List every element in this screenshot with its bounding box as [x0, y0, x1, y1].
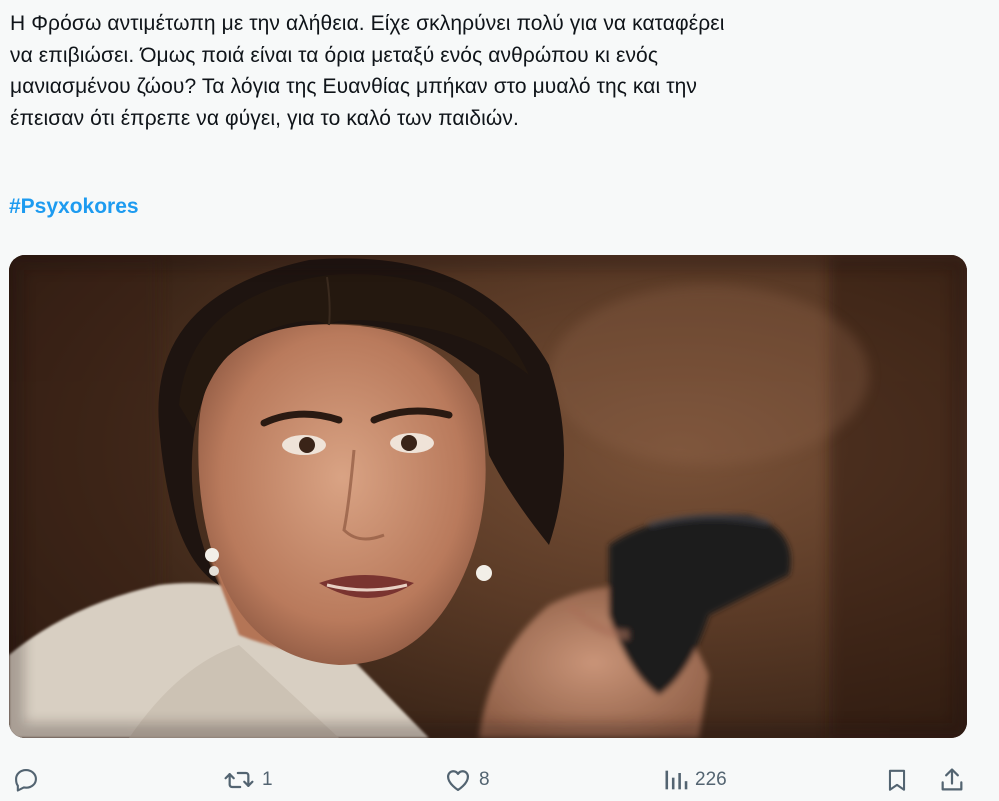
retweet-count: 1	[262, 769, 273, 790]
views-button[interactable]: 226	[663, 764, 727, 796]
share-button[interactable]	[938, 764, 966, 796]
like-count: 8	[479, 769, 490, 790]
reply-icon	[12, 766, 40, 794]
bookmark-icon	[884, 766, 910, 794]
media-illustration	[9, 255, 967, 738]
tweet-media-image[interactable]	[9, 255, 967, 738]
views-count: 226	[695, 769, 727, 790]
heart-icon	[443, 766, 473, 794]
bookmark-button[interactable]	[884, 764, 910, 796]
retweet-icon	[222, 766, 256, 794]
share-icon	[938, 766, 966, 794]
tweet-action-bar: 1 8 226	[0, 758, 999, 801]
views-chart-icon	[663, 766, 689, 794]
like-button[interactable]: 8	[443, 764, 490, 796]
retweet-button[interactable]: 1	[222, 764, 273, 796]
reply-button[interactable]	[12, 764, 40, 796]
tweet-text: Η Φρόσω αντιμέτωπη με την αλήθεια. Είχε …	[10, 12, 725, 130]
hashtag-link[interactable]: #Psyxokores	[9, 195, 139, 219]
